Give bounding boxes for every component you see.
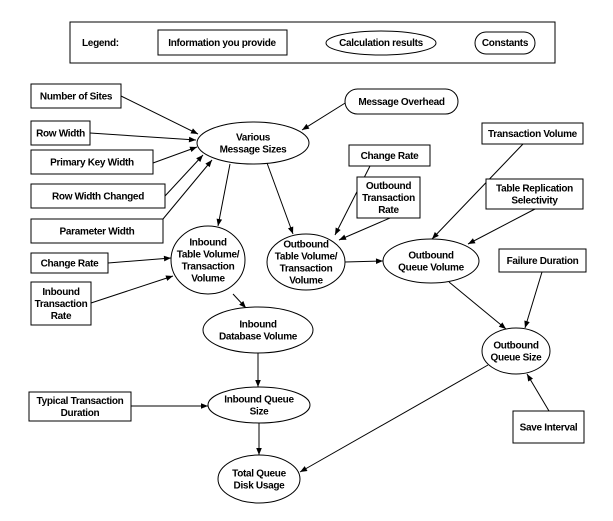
node-label-outbound-transaction-rate: Outbound [366, 181, 412, 192]
node-outbound-table-volume: OutboundTable Volume/TransactionVolume [266, 233, 346, 291]
node-various-message-sizes: VariousMessage Sizes [196, 121, 310, 165]
node-label-change-rate-in: Change Rate [41, 259, 100, 270]
edge-inbound-table-volume-to-inbound-database-volume [232, 293, 247, 309]
node-primary-key-width: Primary Key Width [30, 149, 154, 175]
edge-outbound-table-volume-to-outbound-queue-volume [344, 258, 384, 264]
node-label-transaction-volume: Transaction Volume [488, 129, 578, 140]
edge-change-rate-in-to-inbound-table-volume [107, 255, 172, 264]
node-label-outbound-transaction-rate: Transaction [362, 193, 415, 204]
legend-input-label: Information you provide [168, 38, 276, 49]
node-message-overhead: Message Overhead [344, 88, 459, 115]
edge-outbound-queue-size-to-total-queue-disk-usage [299, 364, 489, 473]
node-label-typical-transaction-duration: Typical Transaction [37, 396, 124, 407]
edge-table-replication-selectivity-to-outbound-queue-volume [467, 208, 536, 245]
node-label-number-of-sites: Number of Sites [40, 92, 113, 103]
node-label-inbound-transaction-rate: Rate [51, 311, 72, 322]
node-table-replication-selectivity: Table ReplicationSelectivity [485, 178, 584, 210]
legend-calc-label: Calculation results [339, 38, 424, 49]
node-label-total-queue-disk-usage: Disk Usage [234, 481, 286, 492]
node-label-table-replication-selectivity: Table Replication [496, 184, 573, 195]
node-label-typical-transaction-duration: Duration [61, 408, 100, 419]
node-outbound-queue-volume: OutboundQueue Volume [382, 238, 480, 284]
node-outbound-queue-size: OutboundQueue Size [481, 327, 551, 375]
node-label-save-interval: Save Interval [520, 423, 578, 434]
node-label-failure-duration: Failure Duration [507, 256, 579, 267]
node-change-rate-out: Change Rate [348, 144, 431, 167]
node-label-outbound-queue-volume: Queue Volume [398, 263, 464, 274]
edge-message-overhead-to-various-message-sizes [301, 99, 351, 131]
node-label-message-overhead: Message Overhead [358, 97, 445, 108]
dependency-diagram: Legend: Information you provide Calculat… [28, 21, 587, 504]
node-label-inbound-queue-size: Inbound Queue [224, 395, 294, 406]
node-row-width-changed: Row Width Changed [30, 183, 166, 209]
edge-failure-duration-to-outbound-queue-size [524, 271, 543, 329]
edge-primary-key-width-to-various-message-sizes [152, 146, 198, 164]
edge-outbound-transaction-rate-to-outbound-table-volume [338, 217, 391, 241]
node-label-outbound-table-volume: Volume [289, 276, 323, 287]
node-row-width: Row Width [30, 120, 91, 146]
node-label-inbound-queue-size: Size [250, 407, 270, 418]
node-label-row-width-changed: Row Width Changed [52, 192, 144, 203]
node-label-outbound-transaction-rate: Rate [378, 205, 399, 216]
node-inbound-transaction-rate: InboundTransactionRate [30, 281, 92, 326]
node-label-inbound-table-volume: Inbound [189, 238, 227, 249]
node-label-inbound-table-volume: Volume [191, 274, 225, 285]
node-label-primary-key-width: Primary Key Width [50, 158, 134, 169]
node-save-interval: Save Interval [512, 410, 585, 444]
node-label-total-queue-disk-usage: Total Queue [232, 469, 286, 480]
node-label-outbound-table-volume: Transaction [280, 264, 333, 275]
node-number-of-sites: Number of Sites [30, 83, 122, 109]
edge-outbound-queue-volume-to-outbound-queue-size [448, 281, 507, 330]
node-label-inbound-table-volume: Transaction [182, 262, 235, 273]
node-label-row-width: Row Width [36, 129, 85, 140]
edge-various-message-sizes-to-inbound-table-volume [216, 163, 231, 227]
edge-row-width-changed-to-various-message-sizes [164, 154, 204, 197]
node-failure-duration: Failure Duration [498, 248, 587, 273]
node-label-inbound-database-volume: Database Volume [219, 332, 298, 343]
node-label-change-rate-out: Change Rate [361, 151, 420, 162]
node-label-outbound-queue-size: Queue Size [491, 353, 543, 364]
node-typical-transaction-duration: Typical TransactionDuration [28, 391, 132, 422]
node-inbound-table-volume: InboundTable Volume/TransactionVolume [170, 225, 246, 295]
node-label-various-message-sizes: Various [236, 133, 271, 144]
node-outbound-transaction-rate: OutboundTransactionRate [356, 176, 421, 219]
node-inbound-queue-size: Inbound QueueSize [207, 386, 311, 424]
nodes: Number of Sites Row Width Primary Key Widt… [28, 83, 587, 504]
node-label-outbound-queue-volume: Outbound [408, 251, 454, 262]
node-label-various-message-sizes: Message Sizes [220, 145, 287, 156]
node-parameter-width: Parameter Width [30, 218, 164, 244]
node-label-inbound-transaction-rate: Inbound [42, 287, 80, 298]
node-label-table-replication-selectivity: Selectivity [511, 196, 558, 207]
edge-row-width-to-various-message-sizes [89, 132, 197, 143]
node-label-outbound-queue-size: Outbound [493, 341, 539, 352]
node-label-outbound-table-volume: Outbound [283, 240, 329, 251]
node-label-inbound-transaction-rate: Transaction [35, 299, 88, 310]
legend-title: Legend: [82, 38, 119, 49]
edge-inbound-transaction-rate-to-inbound-table-volume [90, 275, 174, 304]
node-change-rate-in: Change Rate [30, 252, 109, 274]
edge-save-interval-to-outbound-queue-size [526, 373, 550, 412]
edge-various-message-sizes-to-outbound-table-volume [266, 162, 294, 235]
legend-constant-label: Constants [482, 38, 529, 49]
legend: Legend: Information you provide Calculat… [69, 21, 556, 64]
node-transaction-volume: Transaction Volume [481, 122, 584, 145]
node-label-inbound-database-volume: Inbound [239, 320, 277, 331]
node-label-inbound-table-volume: Table Volume/ [177, 250, 240, 261]
node-label-parameter-width: Parameter Width [60, 227, 135, 238]
edge-number-of-sites-to-various-message-sizes [120, 95, 199, 135]
node-label-outbound-table-volume: Table Volume/ [275, 252, 338, 263]
node-inbound-database-volume: InboundDatabase Volume [202, 306, 314, 354]
node-total-queue-disk-usage: Total QueueDisk Usage [217, 454, 301, 504]
